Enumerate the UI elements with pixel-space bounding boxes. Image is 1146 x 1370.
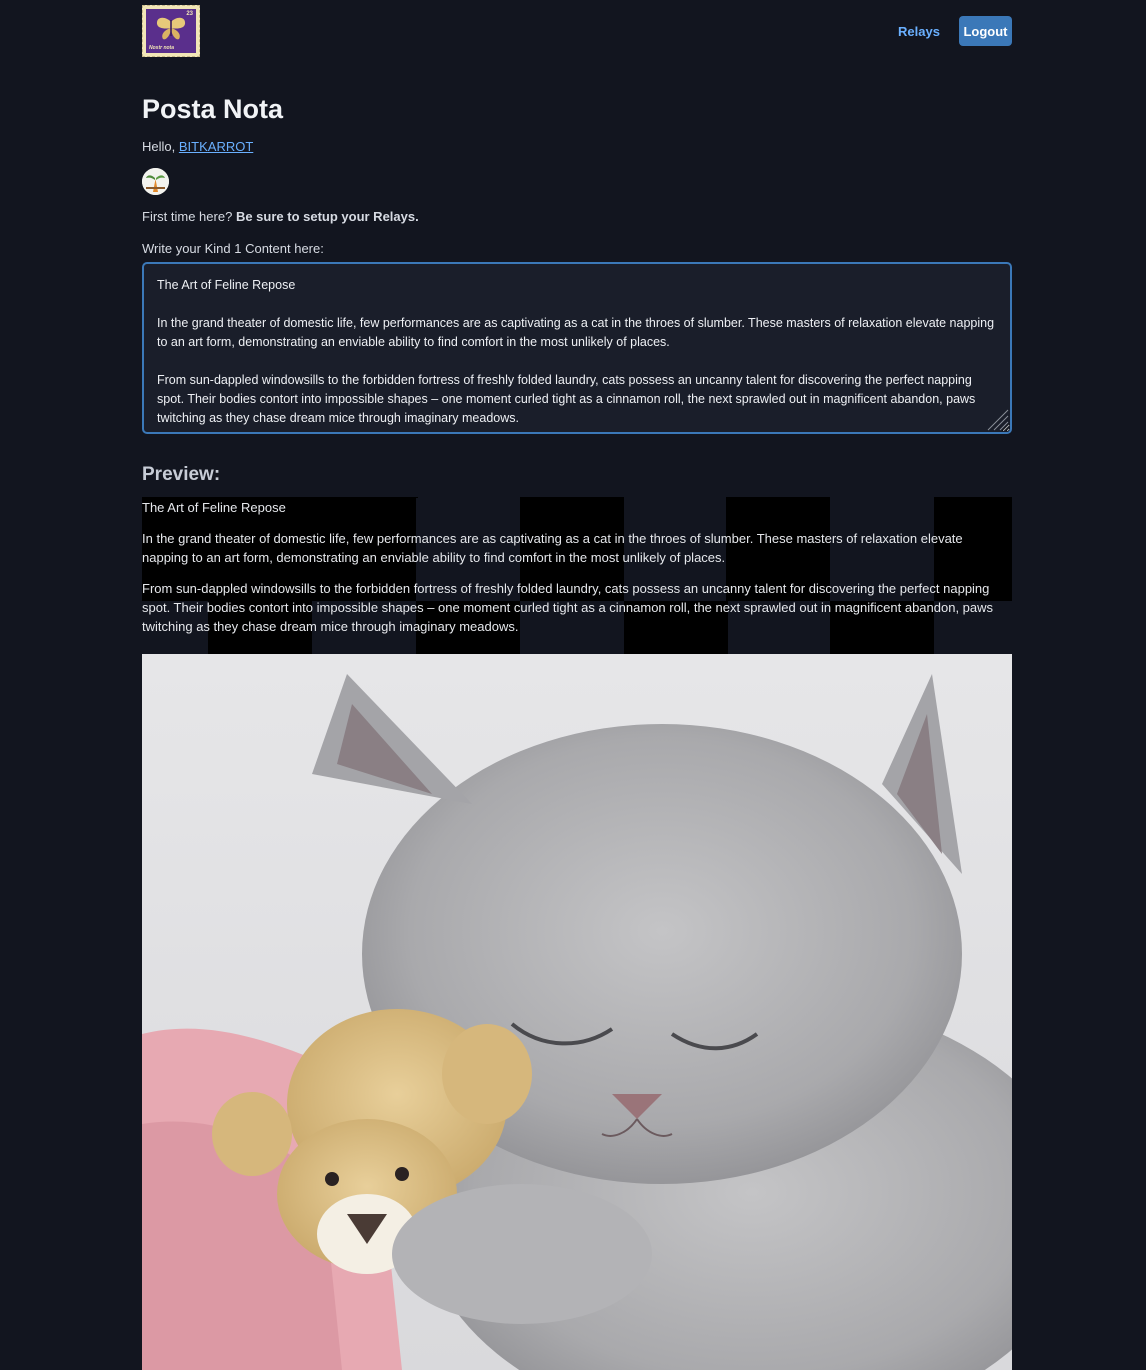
preview-image	[142, 654, 1012, 1370]
username-link[interactable]: BITKARROT	[179, 139, 253, 154]
logout-button[interactable]: Logout	[959, 16, 1012, 46]
preview-heading: Preview:	[142, 464, 221, 485]
content-textarea[interactable]: The Art of Feline Repose In the grand th…	[142, 262, 1012, 434]
page: 23 Nostr nota Relays Logout Posta Nota H…	[0, 0, 1146, 1370]
setup-hint-strong: Be sure to setup your Relays.	[235, 209, 419, 224]
greeting: Hello, BITKARROT	[142, 139, 253, 154]
preview-paragraph: From sun-dappled windowsills to the forb…	[142, 581, 994, 634]
nav-relays-link[interactable]: Relays	[898, 24, 940, 39]
setup-hint-text: First time here?	[142, 209, 233, 224]
preview-paragraph: The Art of Feline Repose	[142, 500, 286, 515]
site-header: 23 Nostr nota Relays Logout	[142, 0, 1012, 60]
editor-label: Write your Kind 1 Content here:	[142, 241, 324, 256]
preview-content: The Art of Feline Repose In the grand th…	[142, 498, 1012, 648]
setup-hint: First time here? Be sure to setup your R…	[142, 209, 419, 224]
preview-paragraph: In the grand theater of domestic life, f…	[142, 531, 963, 565]
greeting-text: Hello,	[142, 139, 176, 154]
butterfly-icon	[156, 17, 186, 40]
main-container: 23 Nostr nota Relays Logout Posta Nota H…	[142, 0, 1012, 1370]
avatar-image	[142, 168, 169, 195]
avatar[interactable]	[142, 168, 169, 195]
resize-grip-icon[interactable]	[984, 406, 1010, 432]
sleeping-kitten-image	[142, 654, 1012, 1370]
page-title: Posta Nota	[142, 94, 284, 124]
stamp-caption: Nostr nota	[149, 45, 174, 51]
site-logo[interactable]: 23 Nostr nota	[142, 5, 200, 57]
stamp-icon: 23 Nostr nota	[146, 9, 196, 53]
